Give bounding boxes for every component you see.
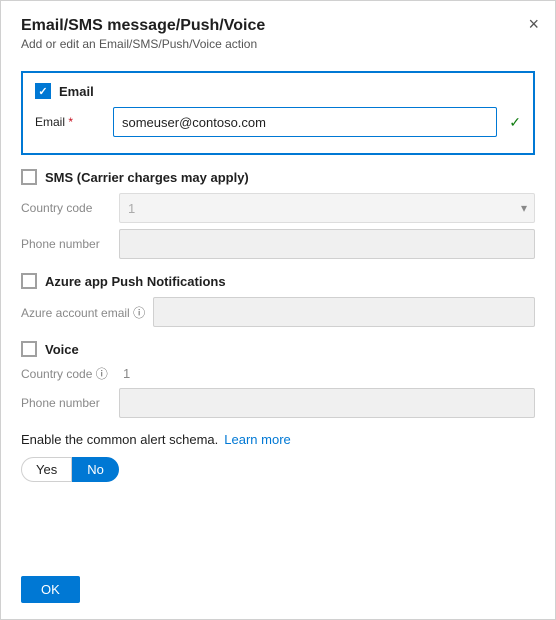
voice-country-code-row: Country code ⓘ 1: [21, 365, 535, 382]
email-section-label: Email: [59, 84, 94, 99]
push-account-email-label: Azure account email ⓘ: [21, 304, 145, 321]
learn-more-link[interactable]: Learn more: [224, 432, 290, 447]
toggle-row: Yes No: [21, 457, 535, 482]
push-account-email-row: Azure account email ⓘ: [21, 297, 535, 327]
voice-phone-row: Phone number: [21, 388, 535, 418]
toggle-no-button[interactable]: No: [72, 457, 119, 482]
email-valid-icon: ✓: [509, 114, 521, 131]
sms-country-code-wrapper: 1 ▾: [119, 193, 535, 223]
push-section-header: Azure app Push Notifications: [21, 273, 535, 289]
voice-phone-label: Phone number: [21, 396, 111, 410]
email-section-header: ✓ Email: [35, 83, 521, 99]
dialog: Email/SMS message/Push/Voice Add or edit…: [0, 0, 556, 620]
push-info-icon[interactable]: ⓘ: [133, 306, 145, 320]
close-button[interactable]: ×: [528, 15, 539, 33]
sms-section-header: SMS (Carrier charges may apply): [21, 169, 535, 185]
sms-country-code-row: Country code 1 ▾: [21, 193, 535, 223]
push-checkbox[interactable]: [21, 273, 37, 289]
voice-phone-input[interactable]: [119, 388, 535, 418]
email-required-marker: *: [68, 115, 73, 129]
dialog-header: Email/SMS message/Push/Voice Add or edit…: [1, 1, 555, 61]
dialog-footer: OK: [1, 576, 555, 619]
sms-section-label: SMS (Carrier charges may apply): [45, 170, 249, 185]
voice-section: Voice Country code ⓘ 1 Phone number: [21, 341, 535, 418]
dialog-title: Email/SMS message/Push/Voice: [21, 17, 535, 35]
dialog-subtitle: Add or edit an Email/SMS/Push/Voice acti…: [21, 37, 535, 51]
sms-country-code-select[interactable]: 1: [119, 193, 535, 223]
email-section: ✓ Email Email * ✓: [21, 71, 535, 155]
common-alert-text: Enable the common alert schema.: [21, 432, 218, 447]
common-alert-section: Enable the common alert schema. Learn mo…: [21, 432, 535, 482]
email-field-row: Email * ✓: [35, 107, 521, 137]
voice-section-header: Voice: [21, 341, 535, 357]
voice-country-code-label: Country code ⓘ: [21, 365, 111, 382]
sms-section: SMS (Carrier charges may apply) Country …: [21, 169, 535, 259]
push-section-label: Azure app Push Notifications: [45, 274, 226, 289]
sms-phone-label: Phone number: [21, 237, 111, 251]
push-email-input[interactable]: [153, 297, 535, 327]
voice-section-label: Voice: [45, 342, 79, 357]
voice-info-icon[interactable]: ⓘ: [96, 367, 108, 381]
toggle-yes-button[interactable]: Yes: [21, 457, 72, 482]
dialog-body: ✓ Email Email * ✓ SMS (Carrier charges m…: [1, 61, 555, 576]
ok-button[interactable]: OK: [21, 576, 80, 603]
sms-phone-input[interactable]: [119, 229, 535, 259]
email-input[interactable]: [113, 107, 497, 137]
push-section: Azure app Push Notifications Azure accou…: [21, 273, 535, 327]
voice-checkbox[interactable]: [21, 341, 37, 357]
sms-country-code-label: Country code: [21, 201, 111, 215]
sms-checkbox[interactable]: [21, 169, 37, 185]
email-checkmark: ✓: [38, 85, 47, 98]
voice-country-code-value: 1: [123, 366, 130, 381]
email-checkbox[interactable]: ✓: [35, 83, 51, 99]
common-alert-row: Enable the common alert schema. Learn mo…: [21, 432, 535, 447]
sms-phone-row: Phone number: [21, 229, 535, 259]
email-field-label: Email *: [35, 115, 105, 129]
